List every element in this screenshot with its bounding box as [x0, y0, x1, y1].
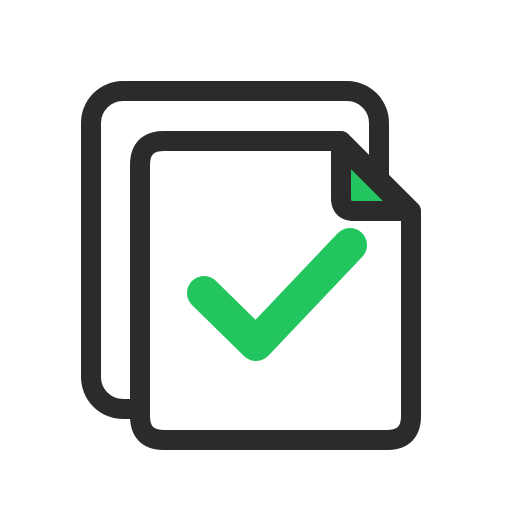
copy-document-check-icon [81, 81, 421, 450]
icon-canvas [0, 0, 512, 512]
